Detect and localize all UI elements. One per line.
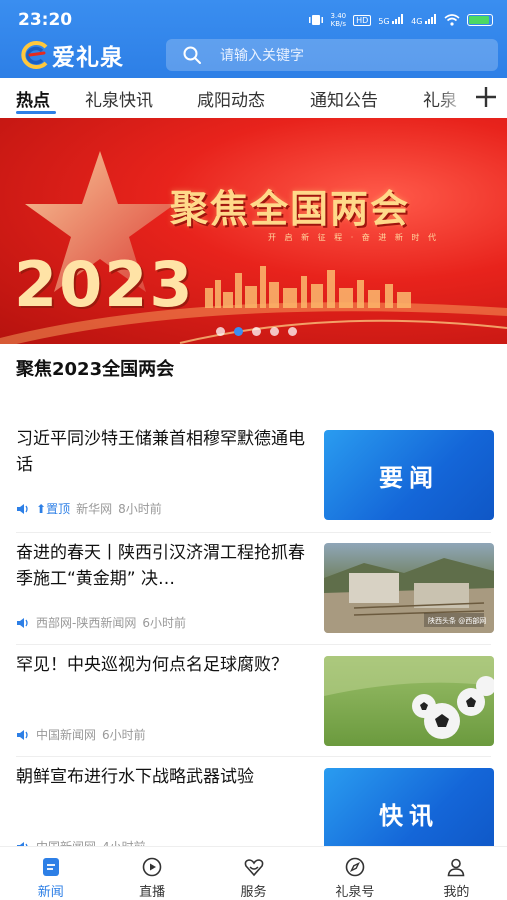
news-title: 习近平同沙特王储兼首相穆罕默德通电话	[16, 429, 305, 475]
news-meta: 中国新闻网 6小时前	[16, 726, 146, 743]
net-speed-value: 3.40	[330, 12, 347, 20]
news-source: 西部网-陕西新闻网	[36, 616, 137, 630]
nav-service[interactable]: 服务	[203, 847, 304, 900]
carousel-dots	[216, 327, 297, 336]
speaker-icon[interactable]	[16, 503, 30, 515]
service-icon	[244, 859, 263, 877]
vibrate-icon	[308, 15, 323, 25]
signal-4g: 4G	[411, 14, 437, 26]
banner-headline[interactable]: 聚焦2023全国两会	[16, 355, 174, 381]
hd-badge: HD	[353, 14, 372, 26]
news-thumbnail	[324, 656, 494, 746]
nav-service-label: 服务	[240, 885, 267, 900]
news-source: 中国新闻网	[36, 728, 97, 742]
net-speed: 3.40 KB/s	[331, 12, 347, 28]
news-thumbnail: 要闻	[324, 430, 494, 520]
speaker-icon[interactable]	[16, 729, 30, 741]
football-photo	[324, 656, 494, 739]
compass-icon	[345, 857, 365, 877]
status-bar: 23:20 3.40 KB/s HD 5G 4G	[0, 0, 507, 40]
news-thumbnail: 陕西头条 @西部网	[324, 543, 494, 633]
search-placeholder: 请输入关键字	[220, 48, 304, 64]
app-name: 爱礼泉	[52, 44, 124, 71]
signal-5g-label: 5G	[378, 17, 390, 26]
active-tab-indicator	[16, 111, 56, 114]
speaker-icon[interactable]	[16, 617, 30, 629]
tab-notices[interactable]: 通知公告	[310, 86, 378, 111]
carousel-dot[interactable]	[234, 327, 243, 336]
thumb-caption: 陕西头条 @西部网	[428, 616, 486, 625]
add-tab-icon[interactable]	[473, 84, 499, 110]
news-icon	[42, 858, 59, 876]
nav-liquan-hao-label: 礼泉号	[335, 885, 375, 900]
signal-5g: 5G	[378, 14, 404, 26]
news-thumbnail: 快讯	[324, 768, 494, 858]
construction-photo: 陕西头条 @西部网	[324, 558, 494, 633]
pinned-label: 置顶	[46, 502, 71, 516]
status-time: 23:20	[18, 10, 73, 30]
carousel-dot[interactable]	[216, 327, 225, 336]
pinned-badge: ⬆置顶	[36, 502, 71, 516]
news-meta: 西部网-陕西新闻网 6小时前	[16, 614, 186, 631]
nav-live[interactable]: 直播	[101, 847, 202, 900]
nav-news[interactable]: 新闻	[0, 847, 101, 900]
news-source: 新华网	[76, 502, 113, 516]
nav-profile[interactable]: 我的	[406, 847, 507, 900]
nav-profile-label: 我的	[443, 885, 470, 900]
banner-title: 聚焦全国两会	[170, 186, 411, 231]
carousel-dot[interactable]	[270, 327, 279, 336]
tab-xianyang-news[interactable]: 咸阳动态	[197, 86, 265, 111]
news-time: 6小时前	[142, 616, 186, 630]
app-logo: 爱礼泉	[16, 38, 124, 72]
tab-liquan-news[interactable]: 礼泉快讯	[85, 86, 153, 111]
search-input[interactable]: 请输入关键字	[166, 39, 498, 71]
news-title: 朝鲜宣布进行水下战略武器试验	[16, 767, 254, 787]
carousel-dot[interactable]	[252, 327, 261, 336]
news-title: 罕见！中央巡视为何点名足球腐败？	[16, 655, 288, 675]
thumb-label: 要闻	[379, 462, 439, 492]
banner-year: 2023	[14, 248, 195, 321]
nav-live-label: 直播	[139, 885, 166, 900]
live-icon	[142, 857, 162, 877]
battery-icon	[467, 14, 493, 26]
nav-liquan-hao[interactable]: 礼泉号	[304, 847, 405, 900]
news-time: 8小时前	[118, 502, 162, 516]
divider	[16, 532, 491, 533]
divider	[16, 644, 491, 645]
signal-bars-icon	[425, 14, 436, 24]
category-tabs: 热点 礼泉快讯 咸阳动态 通知公告 礼泉	[0, 78, 507, 116]
bottom-nav: 新闻 直播 服务 礼泉号 我的	[0, 846, 507, 900]
tabs-fade	[437, 78, 467, 116]
news-title: 奋进的春天丨陕西引汉济渭工程抢抓春季施工“黄金期” 决…	[16, 543, 305, 589]
app-logo-icon	[21, 41, 48, 69]
net-speed-unit: KB/s	[330, 20, 347, 28]
news-time: 6小时前	[102, 728, 146, 742]
search-icon	[183, 46, 201, 64]
carousel-dot[interactable]	[288, 327, 297, 336]
status-icons: 3.40 KB/s HD 5G 4G	[308, 12, 493, 28]
profile-icon	[447, 858, 465, 877]
banner-carousel[interactable]: 聚焦全国两会 开 启 新 征 程 · 奋 进 新 时 代 2023	[0, 118, 507, 344]
tab-hot[interactable]: 热点	[16, 86, 50, 111]
signal-bars-icon	[392, 14, 404, 24]
banner-subtitle: 开 启 新 征 程 · 奋 进 新 时 代	[268, 233, 439, 242]
battery-fill	[469, 16, 489, 24]
wifi-icon	[444, 14, 460, 26]
nav-news-label: 新闻	[37, 885, 64, 900]
app-header: 23:20 3.40 KB/s HD 5G 4G 爱礼泉 请输入关键字	[0, 0, 507, 78]
signal-4g-label: 4G	[411, 17, 423, 26]
news-meta: ⬆置顶 新华网 8小时前	[16, 500, 162, 517]
thumb-label: 快讯	[379, 800, 439, 830]
divider	[16, 756, 491, 757]
